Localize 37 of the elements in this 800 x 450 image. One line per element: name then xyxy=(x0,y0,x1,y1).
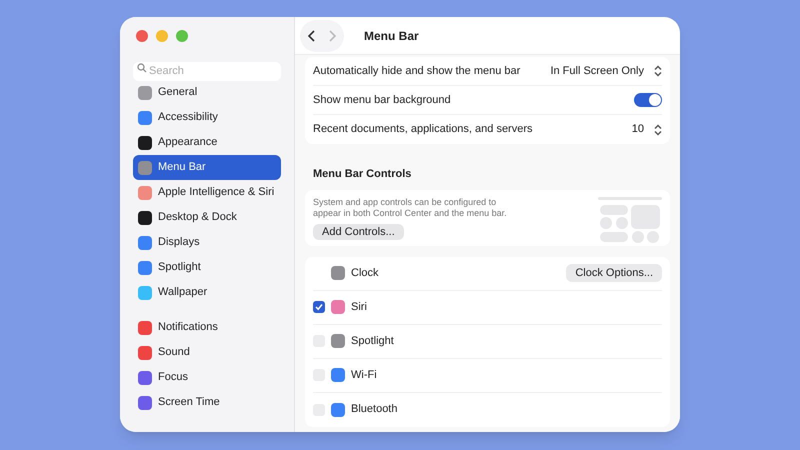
sidebar-item[interactable]: Wallpaper xyxy=(133,280,281,305)
toggle-switch[interactable] xyxy=(634,93,662,107)
sidebar-item[interactable]: Displays xyxy=(133,230,281,255)
search-icon xyxy=(137,63,147,73)
clock-options-button[interactable]: Clock Options... xyxy=(566,264,662,282)
description: System and app controls can be configured to appear in both Control Center and the menu bar. xyxy=(313,196,508,218)
add-controls-button[interactable]: Add Controls... xyxy=(313,224,404,240)
minimize-button[interactable] xyxy=(156,30,168,42)
sidebar-item[interactable]: Screen Time xyxy=(133,390,281,415)
sidebar-item[interactable]: Apple Intelligence & Siri xyxy=(133,180,281,205)
section-title: Menu Bar Controls xyxy=(313,167,412,182)
stepper-icon[interactable] xyxy=(654,65,662,77)
sidebar-item[interactable]: Notifications xyxy=(133,315,281,340)
sidebar-item[interactable]: General xyxy=(133,80,281,105)
control-label: Clock xyxy=(351,266,380,281)
setting-label: Recent documents, applications, and servers xyxy=(313,122,533,138)
control-label: Bluetooth xyxy=(351,402,398,418)
sidebar-item[interactable]: Desktop & Dock xyxy=(133,205,281,230)
checkbox[interactable] xyxy=(313,301,325,313)
sidebar-item[interactable]: Menu Bar xyxy=(133,155,281,180)
sidebar-item[interactable]: Sound xyxy=(133,340,281,365)
close-button[interactable] xyxy=(136,30,148,42)
control-label: Wi-Fi xyxy=(351,368,378,383)
popup-button[interactable]: In Full Screen Only xyxy=(550,62,662,80)
sidebar-item[interactable]: Accessibility xyxy=(133,105,281,130)
popup-button[interactable]: 10 xyxy=(632,121,662,138)
sidebar-item[interactable]: Appearance xyxy=(133,130,281,155)
sidebar-item[interactable]: Focus xyxy=(133,365,281,390)
stepper-icon[interactable] xyxy=(654,124,662,136)
window-title: Menu Bar xyxy=(364,28,419,44)
setting-label: Automatically hide and show the menu bar xyxy=(313,64,520,79)
zoom-button[interactable] xyxy=(176,30,188,42)
setting-label: Show menu bar background xyxy=(313,92,451,108)
control-label: Spotlight xyxy=(351,334,395,349)
control-label: Siri xyxy=(351,300,368,315)
sidebar-item[interactable]: Spotlight xyxy=(133,255,281,280)
search-field[interactable]: Search xyxy=(133,62,281,80)
